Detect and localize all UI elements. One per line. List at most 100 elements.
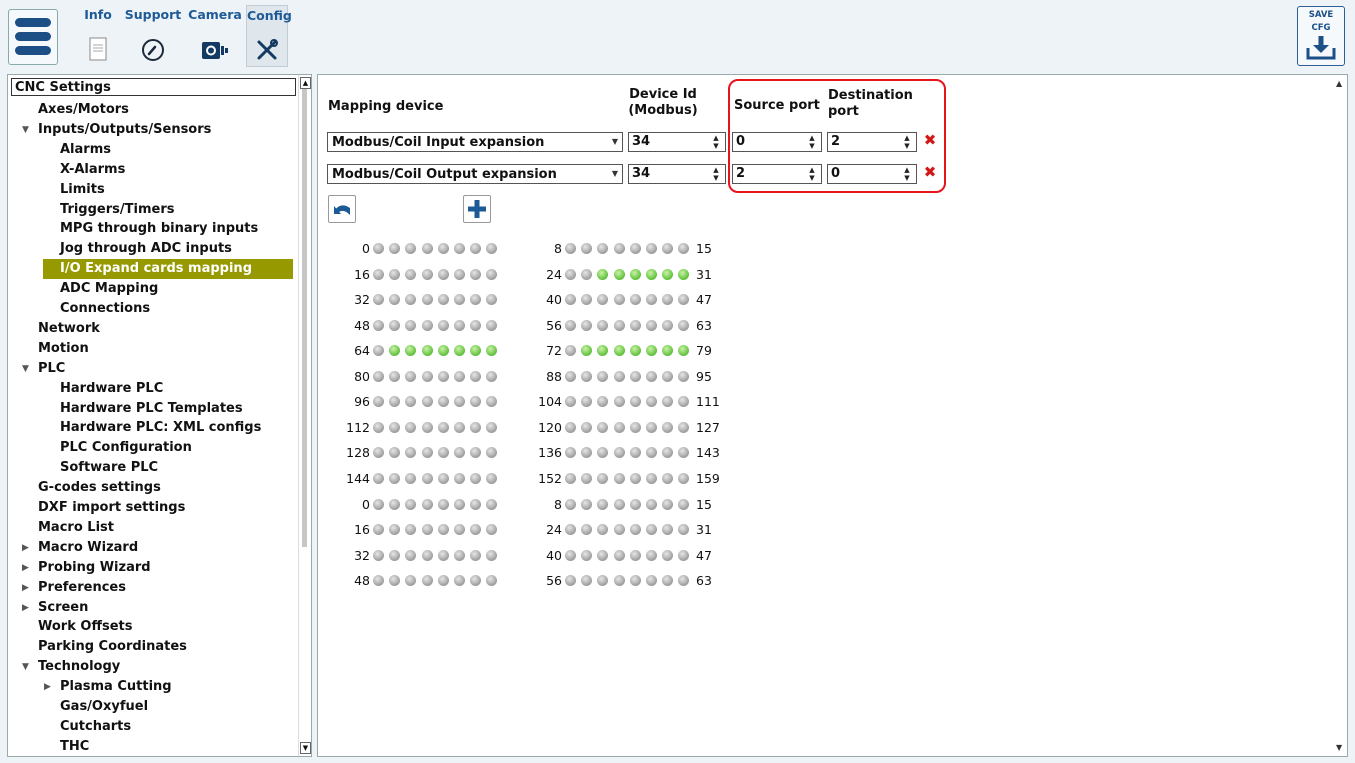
tree-item[interactable]: Hardware PLC: XML configs xyxy=(8,418,261,438)
io-led-indicator xyxy=(405,421,417,433)
tree-item[interactable]: CNC Settings xyxy=(11,78,296,96)
io-led-indicator xyxy=(646,345,657,357)
led-row-mid-number: 24 xyxy=(546,522,562,538)
menu-bar-icon xyxy=(15,32,51,41)
chevron-down-icon[interactable]: ▼ xyxy=(608,165,622,183)
tree-item[interactable]: ▶ Screen xyxy=(8,598,88,618)
tree-item[interactable]: ▼ Technology xyxy=(8,657,120,677)
port-highlight-annotation xyxy=(728,79,946,193)
tree-item[interactable]: Limits xyxy=(8,180,105,200)
tree-item[interactable]: Parking Coordinates xyxy=(8,637,187,657)
led-row: 128 136 143 xyxy=(318,444,778,462)
tree-item[interactable]: X-Alarms xyxy=(8,160,125,180)
io-led-indicator xyxy=(613,370,625,382)
tree-item[interactable]: Cutcharts xyxy=(8,717,131,737)
spin-arrows-icon[interactable]: ▲ ▼ xyxy=(709,166,723,182)
tree-item[interactable]: PLC Configuration xyxy=(8,438,192,458)
io-led-indicator xyxy=(597,421,609,433)
tree-item[interactable]: I/O Expand cards mapping xyxy=(43,259,293,280)
io-led-indicator xyxy=(597,268,609,280)
tab-info[interactable]: Info xyxy=(76,5,120,65)
io-led-indicator xyxy=(470,294,482,306)
io-led-indicator xyxy=(389,498,401,510)
led-row-end-number: 63 xyxy=(696,317,712,333)
collapse-arrow-icon[interactable]: ▶ xyxy=(22,578,29,598)
io-led-indicator xyxy=(454,294,465,306)
scroll-thumb[interactable] xyxy=(302,89,307,547)
tab-support[interactable]: Support xyxy=(122,5,184,65)
scroll-down-icon[interactable]: ▼ xyxy=(1336,743,1344,752)
mapping-device-select[interactable]: Modbus/Coil Output expansion ▼ xyxy=(327,164,623,184)
collapse-arrow-icon[interactable]: ▶ xyxy=(44,677,51,697)
expand-arrow-icon[interactable]: ▼ xyxy=(22,657,29,677)
device-id-spinbox[interactable]: 34 ▲ ▼ xyxy=(628,132,726,152)
tab-config[interactable]: Config xyxy=(246,5,292,67)
chevron-down-icon[interactable]: ▼ xyxy=(608,133,622,151)
tree-item-label: DXF import settings xyxy=(38,500,186,515)
led-row-start-number: 16 xyxy=(354,522,370,538)
io-led-indicator xyxy=(437,319,449,331)
io-led-indicator xyxy=(389,524,401,536)
tree-item[interactable]: Alarms xyxy=(8,140,111,160)
tree-item[interactable]: Work Offsets xyxy=(8,617,132,637)
tree-item[interactable]: ▼ Inputs/Outputs/Sensors xyxy=(8,120,211,140)
tree-item[interactable]: ▶ Macro Wizard xyxy=(8,538,138,558)
save-config-button[interactable]: SAVE CFG xyxy=(1297,6,1345,66)
led-row-mid-number: 72 xyxy=(546,343,562,359)
tree-item[interactable]: Hardware PLC Templates xyxy=(8,399,243,419)
scroll-up-icon[interactable]: ▲ xyxy=(300,77,311,89)
expand-arrow-icon[interactable]: ▼ xyxy=(22,120,29,140)
undo-button[interactable] xyxy=(328,195,356,223)
tree-item[interactable]: Software PLC xyxy=(8,458,158,478)
tree-item[interactable]: THC xyxy=(8,737,89,756)
tree-item[interactable]: ▶ Probing Wizard xyxy=(8,558,151,578)
io-led-indicator xyxy=(678,524,690,536)
settings-tree[interactable]: CNC Settings Axes/Motors ▼ Inputs/Outputs/S… xyxy=(7,74,312,757)
tree-item[interactable]: G-codes settings xyxy=(8,478,161,498)
tree-item[interactable]: Triggers/Timers xyxy=(8,200,174,220)
tree-item[interactable]: Axes/Motors xyxy=(8,100,129,120)
io-led-indicator xyxy=(389,396,401,408)
tree-item[interactable]: Hardware PLC xyxy=(8,379,163,399)
tree-item[interactable]: Macro List xyxy=(8,518,114,538)
tree-item[interactable]: ▶ Plasma Cutting xyxy=(8,677,172,697)
tab-camera[interactable]: Camera xyxy=(186,5,244,65)
io-led-indicator xyxy=(581,498,593,510)
tree-item[interactable]: DXF import settings xyxy=(8,498,185,518)
mapping-device-value: Modbus/Coil Output expansion xyxy=(332,167,557,182)
io-led-indicator xyxy=(662,370,674,382)
io-led-indicator xyxy=(613,268,625,280)
tree-item[interactable]: Network xyxy=(8,319,100,339)
collapse-arrow-icon[interactable]: ▶ xyxy=(22,598,29,618)
io-led-indicator xyxy=(565,549,576,561)
spin-arrows-icon[interactable]: ▲ ▼ xyxy=(709,134,723,150)
led-row-mid-number: 152 xyxy=(538,470,562,486)
io-led-indicator xyxy=(662,524,674,536)
tree-item[interactable]: Motion xyxy=(8,339,89,359)
scroll-up-icon[interactable]: ▲ xyxy=(1336,79,1344,88)
io-led-indicator xyxy=(389,294,401,306)
tree-item[interactable]: ▼ PLC xyxy=(8,359,65,379)
scroll-down-icon[interactable]: ▼ xyxy=(300,742,311,754)
expand-arrow-icon[interactable]: ▼ xyxy=(22,359,29,379)
collapse-arrow-icon[interactable]: ▶ xyxy=(22,558,29,578)
io-led-indicator xyxy=(470,345,482,357)
tree-item[interactable]: Connections xyxy=(8,299,150,319)
io-led-indicator xyxy=(486,396,498,408)
collapse-arrow-icon[interactable]: ▶ xyxy=(22,538,29,558)
tree-item[interactable]: Gas/Oxyfuel xyxy=(8,697,148,717)
add-row-button[interactable] xyxy=(463,195,491,223)
tree-item[interactable]: ADC Mapping xyxy=(8,279,158,299)
mapping-device-select[interactable]: Modbus/Coil Input expansion ▼ xyxy=(327,132,623,152)
tree-item[interactable]: MPG through binary inputs xyxy=(8,219,258,239)
tree-item[interactable]: Jog through ADC inputs xyxy=(8,239,232,259)
io-led-indicator xyxy=(629,472,641,484)
led-row-mid-number: 120 xyxy=(538,419,562,435)
tree-item[interactable]: ▶ Preferences xyxy=(8,578,126,598)
io-led-indicator xyxy=(373,319,384,331)
io-led-indicator xyxy=(486,370,498,382)
device-id-spinbox[interactable]: 34 ▲ ▼ xyxy=(628,164,726,184)
tree-scrollbar[interactable]: ▲ ▼ xyxy=(298,75,311,756)
io-led-indicator xyxy=(629,345,641,357)
hamburger-menu-button[interactable] xyxy=(8,9,58,65)
